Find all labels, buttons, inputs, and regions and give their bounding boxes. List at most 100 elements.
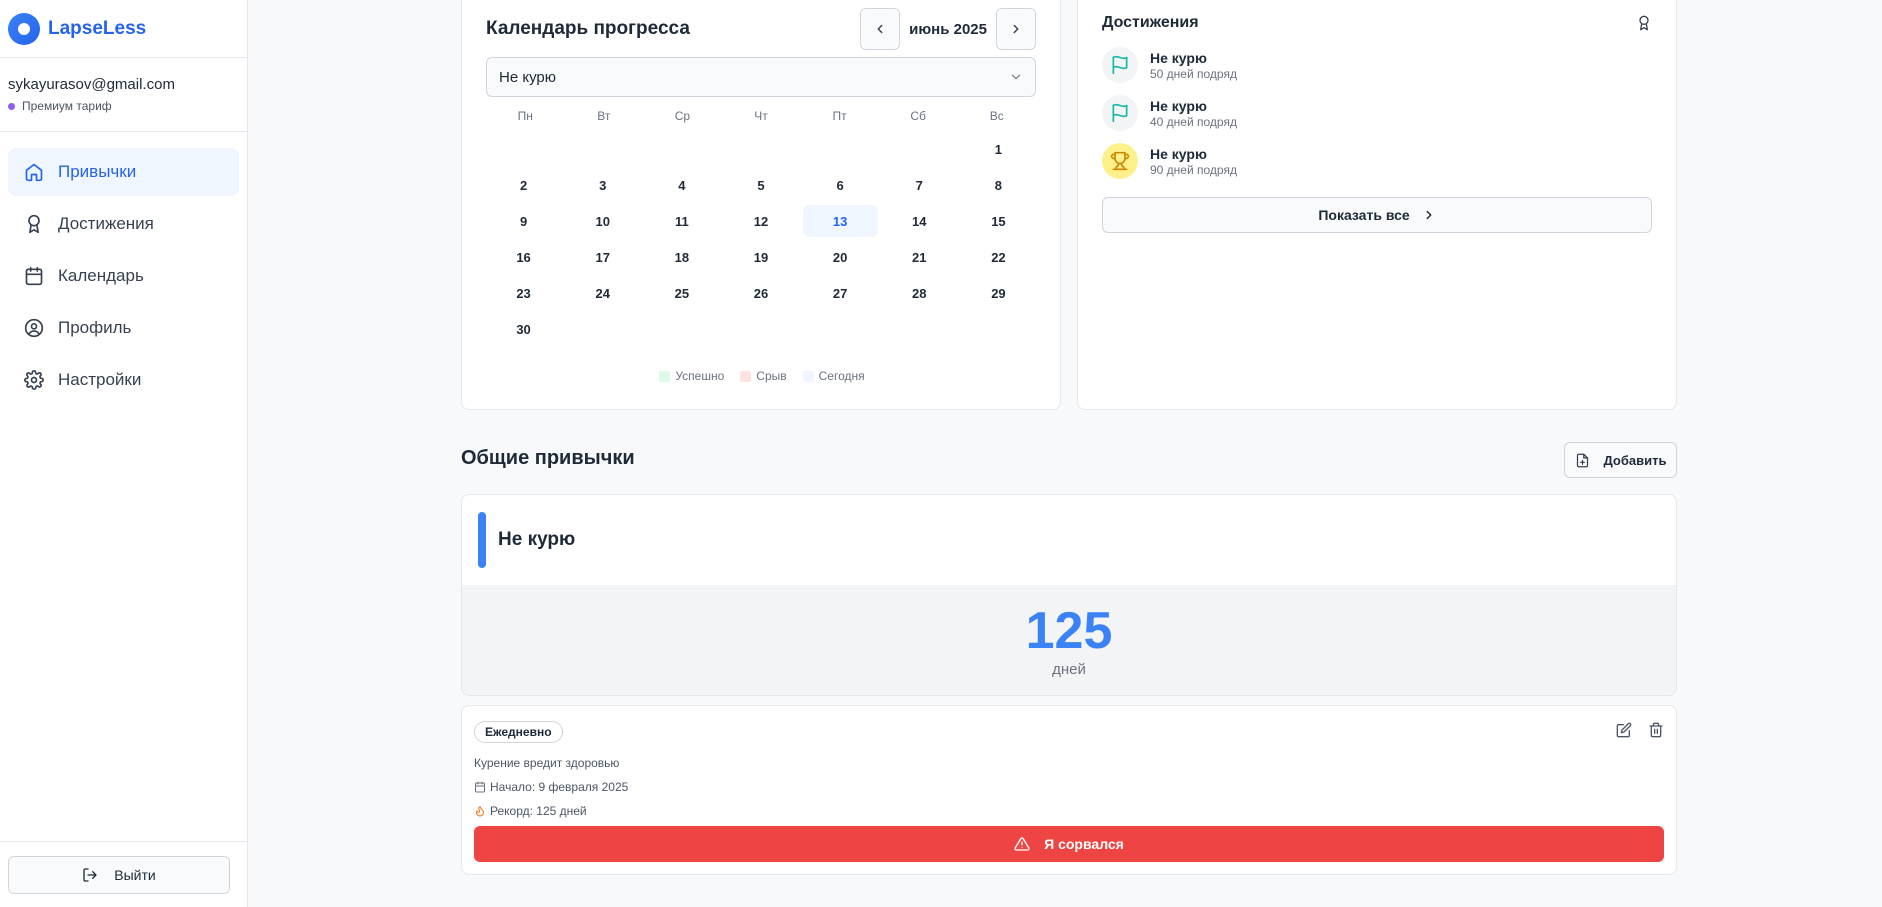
achievement-item[interactable]: Не курю 40 дней подряд [1102, 89, 1652, 137]
legend-label: Срыв [756, 369, 787, 383]
achievements-list: Не курю 50 дней подряд Не курю 40 дней п… [1102, 41, 1652, 185]
logout-icon [83, 868, 97, 882]
calendar-day[interactable]: 21 [882, 241, 957, 273]
weekday-label: Вс [989, 109, 1004, 123]
calendar-day[interactable]: 7 [882, 169, 957, 201]
legend-swatch [802, 370, 814, 382]
prev-month-button[interactable] [860, 8, 901, 50]
calendar-day[interactable]: 4 [644, 169, 719, 201]
logout-label: Выйти [114, 867, 156, 883]
calendar-empty-cell [882, 133, 957, 165]
calendar-day[interactable]: 29 [961, 277, 1036, 309]
add-habit-label: Добавить [1603, 452, 1667, 468]
streak-unit: дней [1052, 660, 1086, 678]
legend-label: Успешно [675, 369, 725, 383]
sidebar-item-label: Достижения [58, 214, 154, 233]
gear-icon [24, 370, 44, 390]
user-info: sykayurasov@gmail.com Премиум тариф [0, 58, 247, 132]
flag-icon [1112, 103, 1128, 123]
legend-item: Срыв [740, 369, 787, 383]
progress-calendar-card: Календарь прогресса июнь 2025 Не курю Пн… [461, 0, 1061, 410]
add-habit-button[interactable]: Добавить [1564, 442, 1677, 478]
calendar-day[interactable]: 30 [486, 313, 561, 345]
user-email: sykayurasov@gmail.com [8, 76, 175, 93]
habit-accent-bar [478, 512, 486, 568]
legend-item: Сегодня [802, 369, 865, 383]
calendar-day[interactable]: 23 [486, 277, 561, 309]
calendar-day[interactable]: 28 [882, 277, 957, 309]
habit-header: Не курю [462, 495, 1676, 585]
sidebar-item-calendar[interactable]: Календарь [8, 252, 239, 300]
achievement-item[interactable]: Не курю 50 дней подряд [1102, 41, 1652, 89]
calendar-day-today[interactable]: 13 [802, 205, 878, 237]
start-date-text: Начало: 9 февраля 2025 [490, 780, 629, 794]
achievement-sub: 90 дней подряд [1150, 162, 1237, 177]
sidebar-item-label: Привычки [58, 162, 137, 181]
calendar-day[interactable]: 22 [961, 241, 1036, 273]
weekday-label: Пт [832, 109, 847, 123]
calendar-day[interactable]: 1 [961, 133, 1036, 165]
show-all-button[interactable]: Показать все [1102, 197, 1652, 233]
flag-icon [1112, 55, 1128, 75]
sidebar-item-label: Настройки [58, 370, 142, 389]
weekday-label: Сб [910, 109, 926, 123]
sidebar-item-achievements[interactable]: Достижения [8, 200, 239, 248]
achievement-name: Не курю [1150, 49, 1207, 66]
award-icon [28, 214, 40, 234]
calendar-day[interactable]: 10 [565, 205, 640, 237]
calendar-day[interactable]: 17 [565, 241, 640, 273]
weekday-label: Чт [754, 109, 768, 123]
legend-item: Успешно [659, 369, 724, 383]
logout-button[interactable]: Выйти [8, 856, 230, 894]
calendar-day[interactable]: 20 [803, 241, 878, 273]
home-icon [25, 163, 43, 182]
calendar-day[interactable]: 15 [961, 205, 1036, 237]
sidebar-item-settings[interactable]: Настройки [8, 356, 239, 404]
calendar-day[interactable]: 12 [723, 205, 798, 237]
plan-dot-icon [8, 102, 15, 110]
sidebar-item-habits[interactable]: Привычки [8, 148, 239, 196]
calendar-day[interactable]: 9 [486, 205, 561, 237]
app-name: LapseLess [48, 17, 147, 39]
calendar-day[interactable]: 11 [644, 205, 719, 237]
legend-swatch [740, 370, 752, 382]
calendar-day[interactable]: 18 [644, 241, 719, 273]
calendar-day[interactable]: 6 [803, 169, 878, 201]
next-month-button[interactable] [996, 8, 1036, 50]
achievement-item[interactable]: Не курю 90 дней подряд [1102, 137, 1652, 185]
habit-select[interactable]: Не курю [486, 57, 1036, 97]
relapse-button[interactable]: Я сорвался [474, 826, 1664, 862]
calendar-day[interactable]: 24 [565, 277, 640, 309]
achievement-sub: 50 дней подряд [1150, 66, 1237, 81]
calendar-day[interactable]: 19 [723, 241, 798, 273]
calendar-day[interactable]: 27 [803, 277, 878, 309]
trophy-icon [1110, 151, 1130, 171]
calendar-day[interactable]: 5 [723, 169, 798, 201]
calendar-day[interactable]: 25 [644, 277, 719, 309]
chevron-right-icon [1426, 210, 1432, 220]
logo[interactable]: LapseLess [0, 0, 247, 58]
habit-start-date: Начало: 9 февраля 2025 [474, 780, 628, 794]
plan-label: Премиум тариф [22, 99, 112, 113]
month-label: июнь 2025 [909, 20, 987, 38]
logo-icon [8, 12, 40, 45]
calendar-day[interactable]: 2 [486, 169, 561, 201]
calendar-title: Календарь прогресса [486, 18, 690, 39]
sidebar-nav: Привычки Достижения Календарь Профиль На… [0, 132, 247, 404]
sidebar-item-profile[interactable]: Профиль [8, 304, 239, 352]
habit-counter: 125 дней [462, 585, 1676, 695]
calendar-day[interactable]: 14 [882, 205, 957, 237]
calendar-day[interactable]: 8 [961, 169, 1036, 201]
calendar-empty-cell [486, 133, 561, 165]
calendar-day[interactable]: 16 [486, 241, 561, 273]
trash-icon[interactable] [1648, 722, 1664, 738]
achievement-badge [1102, 47, 1138, 83]
calendar-day[interactable]: 26 [723, 277, 798, 309]
logout-area: Выйти [0, 841, 247, 907]
chevron-down-icon [1011, 74, 1021, 80]
award-icon [1639, 15, 1649, 31]
habit-card[interactable]: Не курю 125 дней [461, 494, 1677, 696]
calendar-empty-cell [723, 133, 798, 165]
edit-icon[interactable] [1616, 722, 1632, 738]
calendar-day[interactable]: 3 [565, 169, 640, 201]
